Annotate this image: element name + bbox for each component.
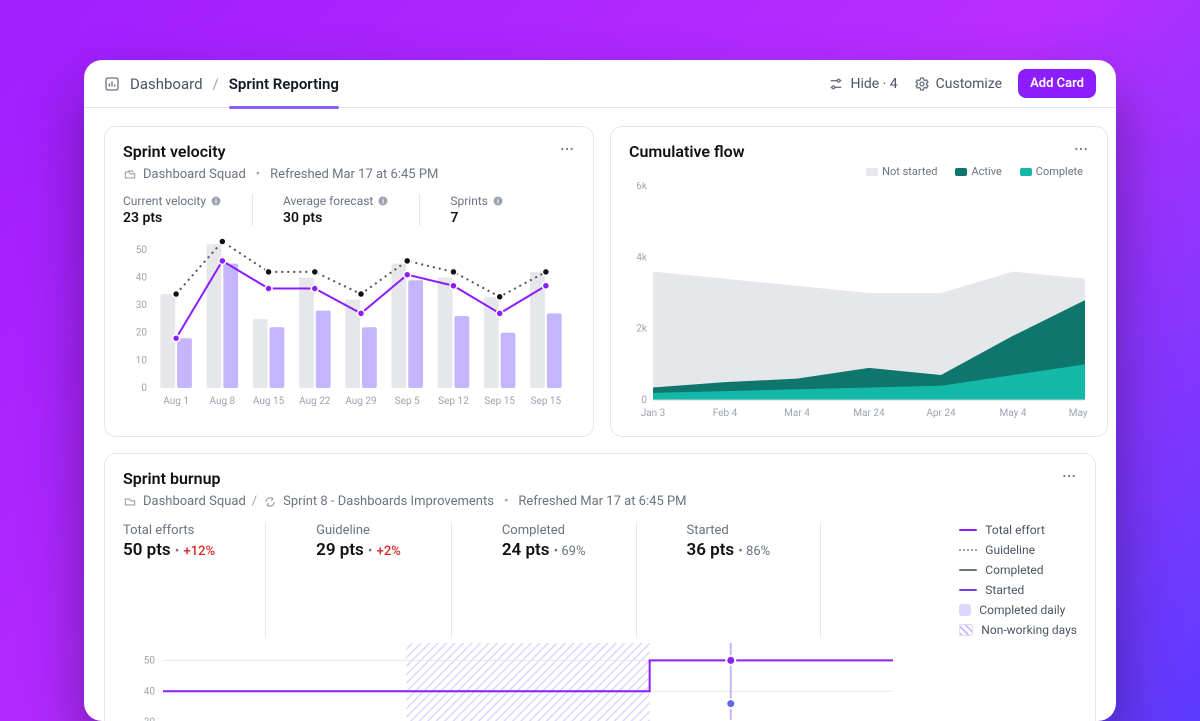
svg-text:May 4: May 4 xyxy=(1000,408,1027,419)
svg-text:2k: 2k xyxy=(636,324,648,335)
stat-total-efforts: Total efforts 50 pts • +12% xyxy=(123,523,266,637)
svg-text:20: 20 xyxy=(136,328,148,339)
svg-text:6k: 6k xyxy=(636,182,648,192)
info-icon xyxy=(210,195,222,207)
svg-text:Aug 15: Aug 15 xyxy=(253,396,285,407)
squad-icon xyxy=(123,495,137,509)
customize-button[interactable]: Customize xyxy=(914,76,1002,92)
card-menu-button[interactable] xyxy=(1061,468,1077,488)
burnup-card: Sprint burnup Dashboard Squad / Sprint 8… xyxy=(104,453,1096,721)
customize-label: Customize xyxy=(936,76,1002,92)
svg-text:Feb 4: Feb 4 xyxy=(713,408,738,419)
stat-current-velocity: Current velocity 23 pts xyxy=(123,194,253,226)
svg-text:0: 0 xyxy=(141,383,147,394)
topbar: Dashboard / Sprint Reporting Hide · 4 Cu… xyxy=(84,60,1116,108)
svg-text:30: 30 xyxy=(136,300,148,311)
svg-text:Jan 3: Jan 3 xyxy=(641,408,666,419)
flow-legend: Not started Active Complete xyxy=(629,165,1083,178)
stat-completed: Completed 24 pts • 69% xyxy=(502,523,637,637)
squad-name: Dashboard Squad xyxy=(143,494,246,509)
velocity-card: Sprint velocity Dashboard Squad Refreshe… xyxy=(104,126,594,437)
card-title: Sprint velocity xyxy=(123,142,226,161)
card-title: Cumulative flow xyxy=(629,142,745,161)
hide-label: Hide · 4 xyxy=(850,76,897,92)
svg-text:Aug 29: Aug 29 xyxy=(345,396,376,407)
flow-chart: 0 2k 4k 6k Jan 3 Feb 4 Mar 4 Mar 24 Apr 24 May 4 M… xyxy=(629,182,1089,426)
sprint-name: Sprint 8 - Dashboards Improvements xyxy=(283,494,494,509)
svg-text:Aug 8: Aug 8 xyxy=(209,396,235,407)
squad-icon xyxy=(123,168,137,182)
svg-text:Mar 4: Mar 4 xyxy=(784,408,810,419)
svg-text:50: 50 xyxy=(144,656,156,667)
gear-icon xyxy=(914,76,930,92)
svg-text:40: 40 xyxy=(136,273,148,284)
content: Sprint velocity Dashboard Squad Refreshe… xyxy=(84,108,1116,721)
svg-text:Mar 24: Mar 24 xyxy=(853,408,885,419)
more-icon xyxy=(1073,141,1089,157)
breadcrumb: Dashboard / Sprint Reporting xyxy=(104,75,339,93)
svg-text:50: 50 xyxy=(136,245,148,256)
svg-text:Aug 22: Aug 22 xyxy=(299,396,331,407)
velocity-chart: 0 10 20 30 40 50 Aug 1 Aug 8 Aug 15 Aug 22 Aug 29 S… xyxy=(123,230,575,414)
squad-name: Dashboard Squad xyxy=(143,167,246,182)
svg-text:Apr 24: Apr 24 xyxy=(926,408,956,419)
add-card-button[interactable]: Add Card xyxy=(1018,69,1096,98)
sprint-icon xyxy=(263,495,277,509)
sliders-icon xyxy=(828,76,844,92)
hide-button[interactable]: Hide · 4 xyxy=(828,76,897,92)
stat-average-forecast: Average forecast 30 pts xyxy=(283,194,420,226)
svg-text:Sep 12: Sep 12 xyxy=(438,396,469,407)
svg-text:Sep 15: Sep 15 xyxy=(484,396,515,407)
breadcrumb-root[interactable]: Dashboard xyxy=(130,75,203,93)
svg-text:May 15: May 15 xyxy=(1069,408,1089,419)
svg-text:10: 10 xyxy=(136,356,148,367)
app-window: Dashboard / Sprint Reporting Hide · 4 Cu… xyxy=(84,60,1116,721)
svg-text:30: 30 xyxy=(144,717,156,721)
dashboard-icon xyxy=(104,76,120,92)
card-title: Sprint burnup xyxy=(123,469,221,488)
refreshed-label: Refreshed Mar 17 at 6:45 PM xyxy=(518,494,686,509)
breadcrumb-separator: / xyxy=(213,75,219,93)
more-icon xyxy=(559,141,575,157)
svg-text:4k: 4k xyxy=(636,253,648,264)
breadcrumb-current[interactable]: Sprint Reporting xyxy=(229,75,339,107)
stat-sprints: Sprints 7 xyxy=(450,194,534,226)
burnup-legend: Total effort Guideline Completed Started… xyxy=(959,523,1077,637)
card-menu-button[interactable] xyxy=(1073,141,1089,161)
stat-started: Started 36 pts • 86% xyxy=(687,523,822,637)
stat-guideline: Guideline 29 pts • +2% xyxy=(316,523,452,637)
burnup-chart: 304050ints xyxy=(123,643,1077,721)
svg-text:Sep 5: Sep 5 xyxy=(395,396,420,407)
svg-text:0: 0 xyxy=(641,395,647,406)
refreshed-label: Refreshed Mar 17 at 6:45 PM xyxy=(270,167,438,182)
more-icon xyxy=(1061,468,1077,484)
svg-text:40: 40 xyxy=(144,687,156,698)
card-menu-button[interactable] xyxy=(559,141,575,161)
info-icon xyxy=(492,195,504,207)
svg-text:Aug 1: Aug 1 xyxy=(163,396,189,407)
info-icon xyxy=(377,195,389,207)
svg-text:Sep 15: Sep 15 xyxy=(531,396,562,407)
flow-card: Cumulative flow Not started Active Compl… xyxy=(610,126,1108,437)
